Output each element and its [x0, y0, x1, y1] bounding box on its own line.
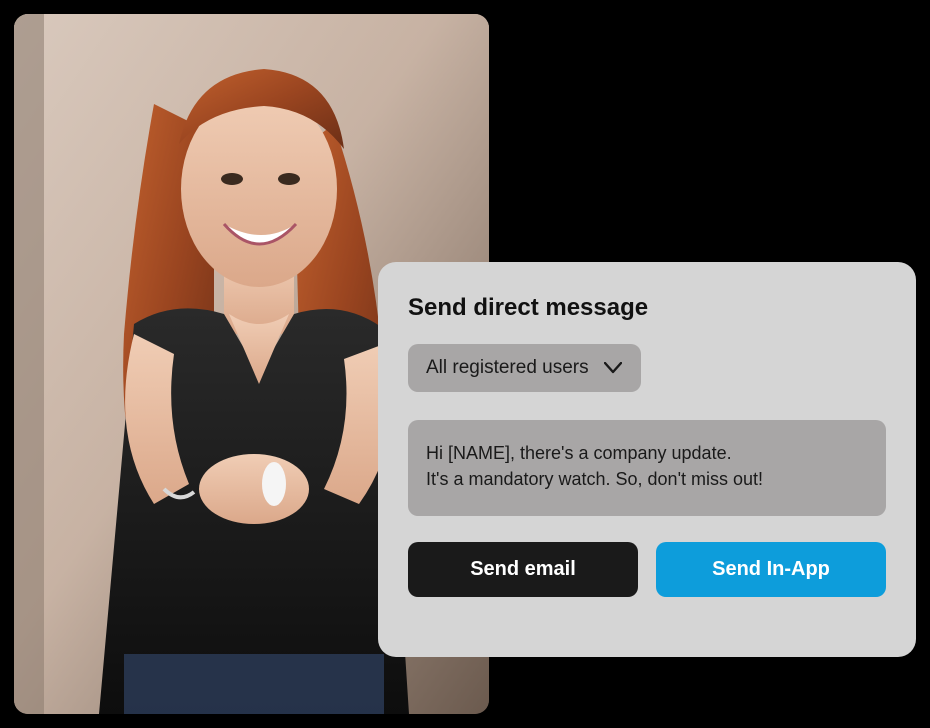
message-textarea[interactable]: Hi [NAME], there's a company update. It'… — [408, 420, 886, 516]
button-row: Send email Send In-App — [408, 542, 886, 597]
send-in-app-button[interactable]: Send In-App — [656, 542, 886, 597]
send-email-button[interactable]: Send email — [408, 542, 638, 597]
recipient-dropdown[interactable]: All registered users — [408, 344, 641, 392]
panel-title: Send direct message — [408, 294, 886, 322]
message-text: Hi [NAME], there's a company update. It'… — [426, 440, 868, 492]
chevron-down-icon — [603, 358, 623, 378]
send-message-panel: Send direct message All registered users… — [378, 262, 916, 657]
recipient-dropdown-label: All registered users — [426, 357, 589, 379]
